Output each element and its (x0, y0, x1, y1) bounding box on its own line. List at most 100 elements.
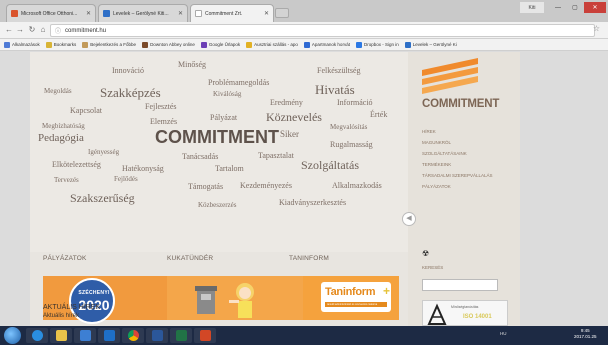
menu-item-termekeink[interactable]: TERMÉKEINK (422, 162, 451, 167)
word-icon[interactable] (146, 328, 168, 343)
bookmark-label: Levelek – Gerölyné Ki (412, 42, 457, 47)
cloud-word: Pályázat (210, 113, 238, 122)
bookmark-item[interactable]: Bookmarks (45, 41, 77, 48)
bookmark-label: Bookmarks (53, 42, 77, 47)
back-icon[interactable]: ← (4, 25, 14, 35)
cloud-word: Problémamegoldás (208, 78, 270, 87)
search-label: KERESÉS (422, 265, 444, 270)
cloud-word: Pedagógia (38, 132, 84, 144)
cloud-word: COMMITMENT (155, 127, 279, 147)
browser-tab-strip: Microsoft Office Otthoni... ✕ Levelek – … (0, 0, 608, 22)
cloud-word: Kapcsolat (70, 106, 102, 115)
plus-icon: + (383, 284, 391, 298)
minimize-icon[interactable]: — (550, 2, 566, 13)
cloud-word: Információ (337, 98, 373, 107)
bookmark-favicon-icon (142, 41, 149, 48)
cloud-word: Közbeszerzés (198, 201, 237, 209)
cloud-word: Felkészültség (317, 66, 361, 75)
cloud-word: Szakszerűség (70, 191, 135, 205)
bookmark-favicon-icon (303, 41, 310, 48)
menu-item-szolgaltatasaink[interactable]: SZOLGÁLTATÁSAINK (422, 151, 467, 156)
bookmark-star-icon[interactable]: ☆ (593, 24, 600, 33)
close-icon[interactable]: ✕ (175, 10, 183, 17)
close-icon[interactable]: ✕ (261, 10, 269, 17)
cloud-word: Megbízhatóság (42, 122, 85, 130)
bookmark-label: Downton Abbey online (150, 42, 195, 47)
start-button[interactable] (4, 327, 21, 344)
search-input[interactable] (422, 279, 498, 291)
bookmark-item[interactable]: Bejelentkezés a Főbbe (82, 41, 136, 48)
system-tray[interactable]: HU (500, 331, 507, 336)
page-favicon-icon (195, 10, 202, 17)
tab-commitment[interactable]: Commitment Zrt. ✕ (190, 4, 274, 22)
menu-item-magunkrol[interactable]: MAGUNKRÓL (422, 140, 451, 145)
menu-item-tarsadalmi[interactable]: TÁRSADALMI SZEREPVÁLLALÁS (422, 173, 493, 178)
section-taninform[interactable]: TANINFORM (289, 255, 329, 262)
bookmark-item[interactable]: Levelek – Gerölyné Ki (404, 41, 457, 48)
cloud-word: Hivatás (315, 82, 355, 97)
bookmark-favicon-icon (404, 41, 411, 48)
tab-label: Levelek – Gerölyné Kiti... (113, 10, 169, 17)
cloud-word: Siker (280, 129, 299, 139)
home-icon[interactable]: ⌂ (38, 25, 48, 35)
new-tab-button[interactable] (275, 8, 289, 18)
page-viewport: Innováció Minőség Problémamegoldás Felkészü… (0, 52, 608, 326)
kukatunder-banner[interactable] (167, 276, 303, 320)
clock-date: 2017.01.25 (574, 334, 597, 339)
url-input[interactable]: ⓘ commitment.hu (50, 24, 595, 37)
taninform-subtitle: tanulói adminisztráció és szervezési csa… (325, 302, 387, 307)
bookmark-item[interactable]: Downton Abbey online (142, 41, 195, 48)
partner-logo[interactable]: Minőségtanúsítás ISO 14001 (422, 300, 508, 326)
powerpoint-icon[interactable] (194, 328, 216, 343)
tab-mail[interactable]: Levelek – Gerölyné Kiti... ✕ (98, 4, 188, 22)
logo-stripes-icon (422, 58, 478, 94)
partner-emblem-icon (427, 303, 447, 325)
chrome-icon[interactable] (122, 328, 144, 343)
bookmark-favicon-icon (246, 41, 253, 48)
news-heading: AKTUÁLIS HÍREK (43, 304, 101, 311)
bookmark-item[interactable]: Google Űrlapok (200, 41, 240, 48)
close-icon[interactable]: ✕ (83, 10, 91, 17)
tab-label: Microsoft Office Otthoni... (21, 10, 78, 17)
bookmark-favicon-icon (200, 41, 207, 48)
cloud-word: Innováció (112, 66, 144, 75)
mail-favicon-icon (103, 10, 110, 17)
sidebar: COMMITMENT HÍREK MAGUNKRÓL SZOLGÁLTATÁSA… (408, 52, 520, 326)
cloud-word: Hatékonyság (122, 164, 164, 173)
cloud-word: Tapasztalat (258, 151, 294, 160)
cloud-word: Alkalmazkodás (332, 181, 382, 190)
bookmark-item[interactable]: Apartmanok horvát (303, 41, 350, 48)
excel-icon[interactable] (170, 328, 192, 343)
partner-caption: Minőségtanúsítás (451, 305, 479, 309)
bookmark-item[interactable]: Alkalmazások (4, 41, 40, 48)
maximize-icon[interactable]: ▢ (567, 2, 583, 13)
explorer-icon[interactable] (50, 328, 72, 343)
cloud-word: Elemzés (150, 117, 178, 126)
collapse-arrow-icon[interactable]: ◀ (402, 212, 416, 226)
ie-icon[interactable] (26, 328, 48, 343)
taninform-banner[interactable]: Taninform + tanulói adminisztráció és sz… (303, 276, 399, 320)
window-close-icon[interactable]: ✕ (584, 2, 606, 13)
forward-icon[interactable]: → (15, 25, 25, 35)
menu-item-palyazatok[interactable]: PÁLYÁZATOK (422, 184, 451, 189)
reload-icon[interactable]: ↻ (27, 25, 37, 35)
menu-item-hirek[interactable]: HÍREK (422, 129, 436, 134)
tab-office[interactable]: Microsoft Office Otthoni... ✕ (6, 4, 96, 22)
news-subheading: Aktuális hírek (43, 313, 80, 319)
bookmark-item[interactable]: Ausztriai szállás - apo (246, 41, 298, 48)
taninform-logo: Taninform + tanulói adminisztráció és sz… (321, 282, 391, 312)
bookmark-item[interactable]: Dropbox - Sign in (355, 41, 399, 48)
user-profile-chip[interactable]: Kiti (520, 2, 544, 13)
cloud-word: Fejlődés (114, 175, 138, 183)
media-icon[interactable] (74, 328, 96, 343)
section-palyazatok[interactable]: PÁLYÁZATOK (43, 255, 87, 262)
bookmark-favicon-icon (355, 41, 362, 48)
outlook-icon[interactable] (98, 328, 120, 343)
bookmark-favicon-icon (82, 41, 89, 48)
section-kukatunder[interactable]: KUKATÜNDÉR (167, 255, 213, 262)
info-icon: ⓘ (55, 29, 62, 35)
logo[interactable]: COMMITMENT (408, 52, 520, 132)
clock[interactable]: 9:45 2017.01.25 (574, 328, 597, 340)
url-text: commitment.hu (65, 27, 107, 34)
address-bar: ← → ↻ ⌂ ⓘ commitment.hu ☆ (0, 22, 608, 39)
